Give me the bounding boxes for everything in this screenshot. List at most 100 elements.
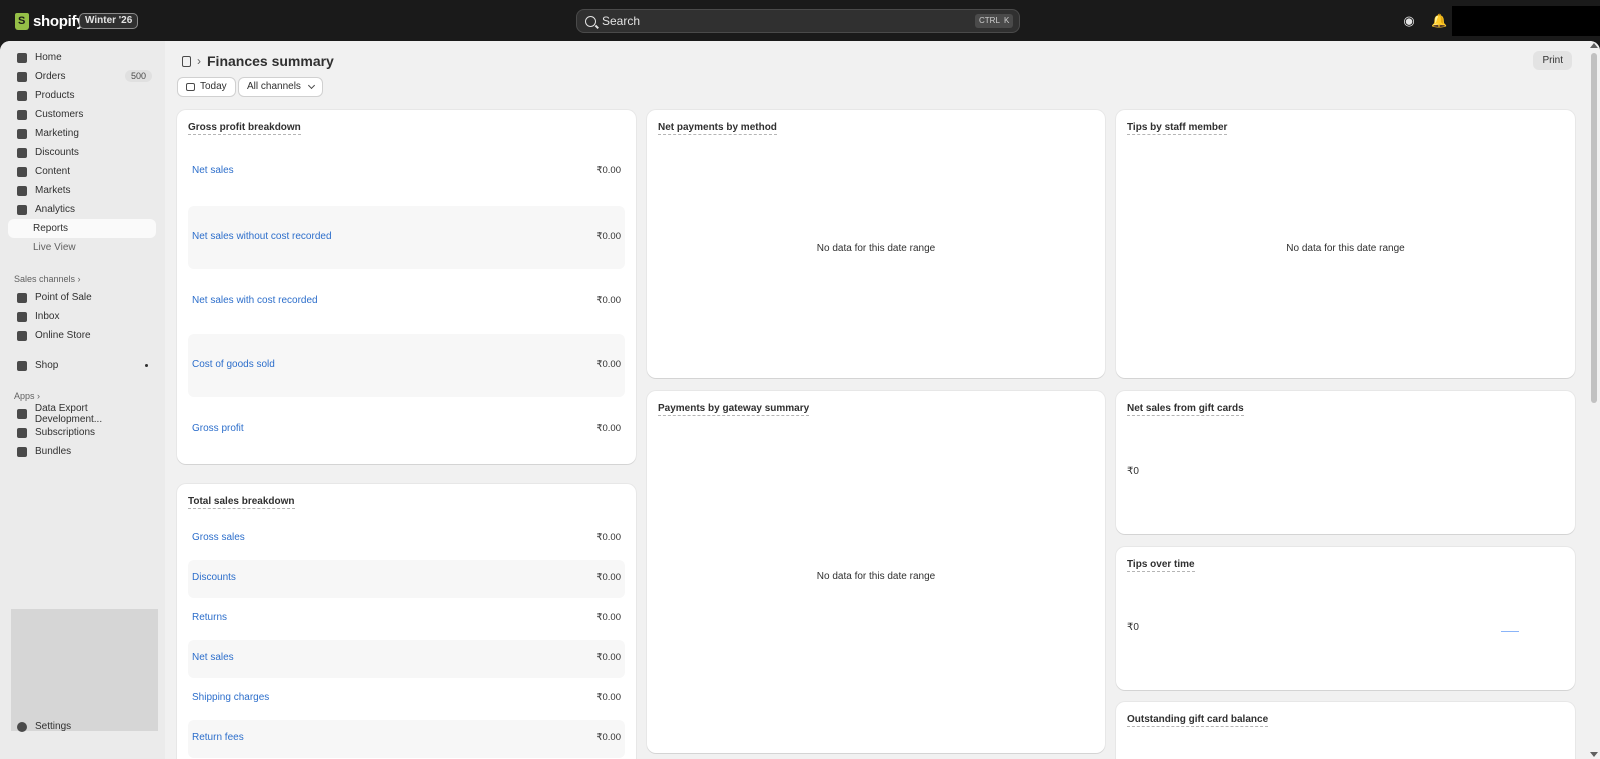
card-title[interactable]: Outstanding gift card balance	[1127, 714, 1269, 727]
shop-status-dot	[145, 364, 148, 367]
tips-staff-card: Tips by staff member No data for this da…	[1116, 110, 1575, 378]
row-value: ₹0.00	[596, 423, 621, 434]
tips-over-time-card: Tips over time ₹0	[1116, 547, 1575, 690]
row-label[interactable]: Net sales with cost recorded	[192, 295, 318, 306]
search-bar[interactable]: Search CTRL K	[576, 9, 1020, 33]
row-value: ₹0.00	[596, 572, 621, 583]
page-title: Finances summary	[207, 53, 334, 69]
sidebar-item-label: Shop	[35, 360, 59, 371]
chevron-down-icon	[307, 81, 315, 90]
sidebar-item-label: Products	[35, 90, 75, 101]
sidebar-item-products[interactable]: Products	[8, 86, 156, 105]
shop-icon	[17, 360, 27, 371]
sidebar-item-online-store[interactable]: Online Store	[8, 326, 156, 345]
card-title[interactable]: Tips by staff member	[1127, 122, 1228, 135]
table-row: Net sales with cost recorded ₹0.00	[188, 270, 625, 333]
card-title[interactable]: Tips over time	[1127, 559, 1195, 572]
row-label[interactable]: Gross profit	[192, 423, 244, 434]
sidebar-item-data-export[interactable]: Data Export Development...	[8, 402, 156, 425]
row-value: ₹0.00	[596, 359, 621, 370]
scroll-up-icon[interactable]	[1590, 43, 1598, 48]
sidebar-item-shop[interactable]: Shop	[8, 356, 156, 375]
breadcrumb-separator: ›	[197, 54, 201, 68]
net-payments-card: Net payments by method No data for this …	[647, 110, 1105, 378]
edition-badge: Winter '26	[79, 13, 139, 29]
scroll-thumb[interactable]	[1591, 53, 1597, 403]
channel-filter-button[interactable]: All channels	[238, 77, 323, 97]
card-title[interactable]: Payments by gateway summary	[658, 403, 810, 416]
row-label[interactable]: Shipping charges	[192, 692, 269, 703]
table-row: Returns ₹0.00	[188, 600, 625, 638]
date-filter-button[interactable]: Today	[177, 77, 236, 97]
reports-icon[interactable]	[182, 55, 191, 67]
row-label[interactable]: Gross sales	[192, 532, 245, 543]
sidebar-item-bundles[interactable]: Bundles	[8, 442, 156, 461]
card-title[interactable]: Net payments by method	[658, 122, 777, 135]
sidebar-item-label: Analytics	[35, 204, 76, 215]
bar-chart-icon	[17, 204, 27, 215]
row-label[interactable]: Cost of goods sold	[192, 359, 275, 370]
sidebar-item-customers[interactable]: Customers	[8, 105, 156, 124]
row-label[interactable]: Net sales	[192, 652, 234, 663]
sidebar-item-live-view[interactable]: Live View	[8, 238, 156, 257]
shopify-logo[interactable]: shopify	[15, 11, 85, 31]
sidebar-item-content[interactable]: Content	[8, 162, 156, 181]
sales-channels-heading[interactable]: Sales channels ›	[14, 274, 81, 284]
sidebar-item-label: Online Store	[35, 330, 91, 341]
sidebar-item-label: Inbox	[35, 311, 60, 322]
app-icon	[17, 408, 27, 419]
shopify-bag-icon	[15, 12, 29, 30]
sidebar-item-label: Reports	[33, 223, 69, 234]
table-row: Cost of goods sold ₹0.00	[188, 334, 625, 397]
scroll-down-icon[interactable]	[1590, 752, 1598, 757]
sidebar-item-orders[interactable]: Orders 500	[8, 67, 156, 86]
pos-icon	[17, 292, 27, 303]
sidebar-item-settings[interactable]: Settings	[8, 717, 156, 736]
card-title[interactable]: Total sales breakdown	[188, 496, 295, 509]
card-title[interactable]: Net sales from gift cards	[1127, 403, 1244, 416]
bell-icon[interactable]: 🔔	[1431, 13, 1447, 29]
home-icon	[17, 52, 27, 63]
print-button[interactable]: Print	[1533, 51, 1572, 70]
sidebar-item-label: Customers	[35, 109, 84, 120]
sidebar-item-markets[interactable]: Markets	[8, 181, 156, 200]
row-label[interactable]: Net sales without cost recorded	[192, 231, 332, 242]
account-menu[interactable]	[1452, 6, 1600, 36]
row-value: ₹0.00	[596, 295, 621, 306]
section-label: Apps	[14, 391, 35, 401]
row-label[interactable]: Return fees	[192, 732, 244, 743]
sidebar-item-marketing[interactable]: Marketing	[8, 124, 156, 143]
sidebar-item-label: Subscriptions	[35, 427, 96, 438]
total-sales-card: Total sales breakdown Gross sales ₹0.00 …	[177, 484, 636, 759]
table-row: Net sales ₹0.00	[188, 640, 625, 678]
sidebar-item-reports[interactable]: Reports	[8, 219, 156, 238]
outstanding-gift-card-card: Outstanding gift card balance	[1116, 702, 1575, 759]
sidebar-item-label: Orders	[35, 71, 66, 82]
sidebar-item-inbox[interactable]: Inbox	[8, 307, 156, 326]
page-scrollbar[interactable]	[1588, 41, 1600, 759]
sidebar: Home Orders 500 Products Customers Market…	[0, 41, 165, 759]
row-value: ₹0.00	[596, 732, 621, 743]
row-label[interactable]: Discounts	[192, 572, 236, 583]
sidebar-item-discounts[interactable]: Discounts	[8, 143, 156, 162]
sidebar-item-subscriptions[interactable]: Subscriptions	[8, 423, 156, 442]
sidebar-item-label: Content	[35, 166, 71, 177]
search-icon	[585, 15, 596, 27]
card-title[interactable]: Gross profit breakdown	[188, 122, 301, 135]
table-row: Net sales without cost recorded ₹0.00	[188, 206, 625, 269]
store-icon	[17, 330, 27, 341]
sidekick-icon[interactable]: ◉	[1401, 13, 1417, 29]
metric-value: ₹0	[1127, 622, 1139, 633]
empty-state-message: No data for this date range	[816, 243, 936, 254]
date-filter-label: Today	[200, 81, 227, 92]
row-label[interactable]: Returns	[192, 612, 227, 623]
sidebar-item-label: Data Export Development...	[34, 402, 103, 425]
sidebar-item-analytics[interactable]: Analytics	[8, 200, 156, 219]
sparkline	[1501, 631, 1519, 632]
sidebar-promo-placeholder	[11, 609, 158, 731]
apps-heading[interactable]: Apps ›	[14, 391, 40, 401]
sidebar-item-home[interactable]: Home	[8, 48, 156, 67]
target-icon	[17, 128, 27, 139]
sidebar-item-point-of-sale[interactable]: Point of Sale	[8, 288, 156, 307]
row-label[interactable]: Net sales	[192, 165, 234, 176]
